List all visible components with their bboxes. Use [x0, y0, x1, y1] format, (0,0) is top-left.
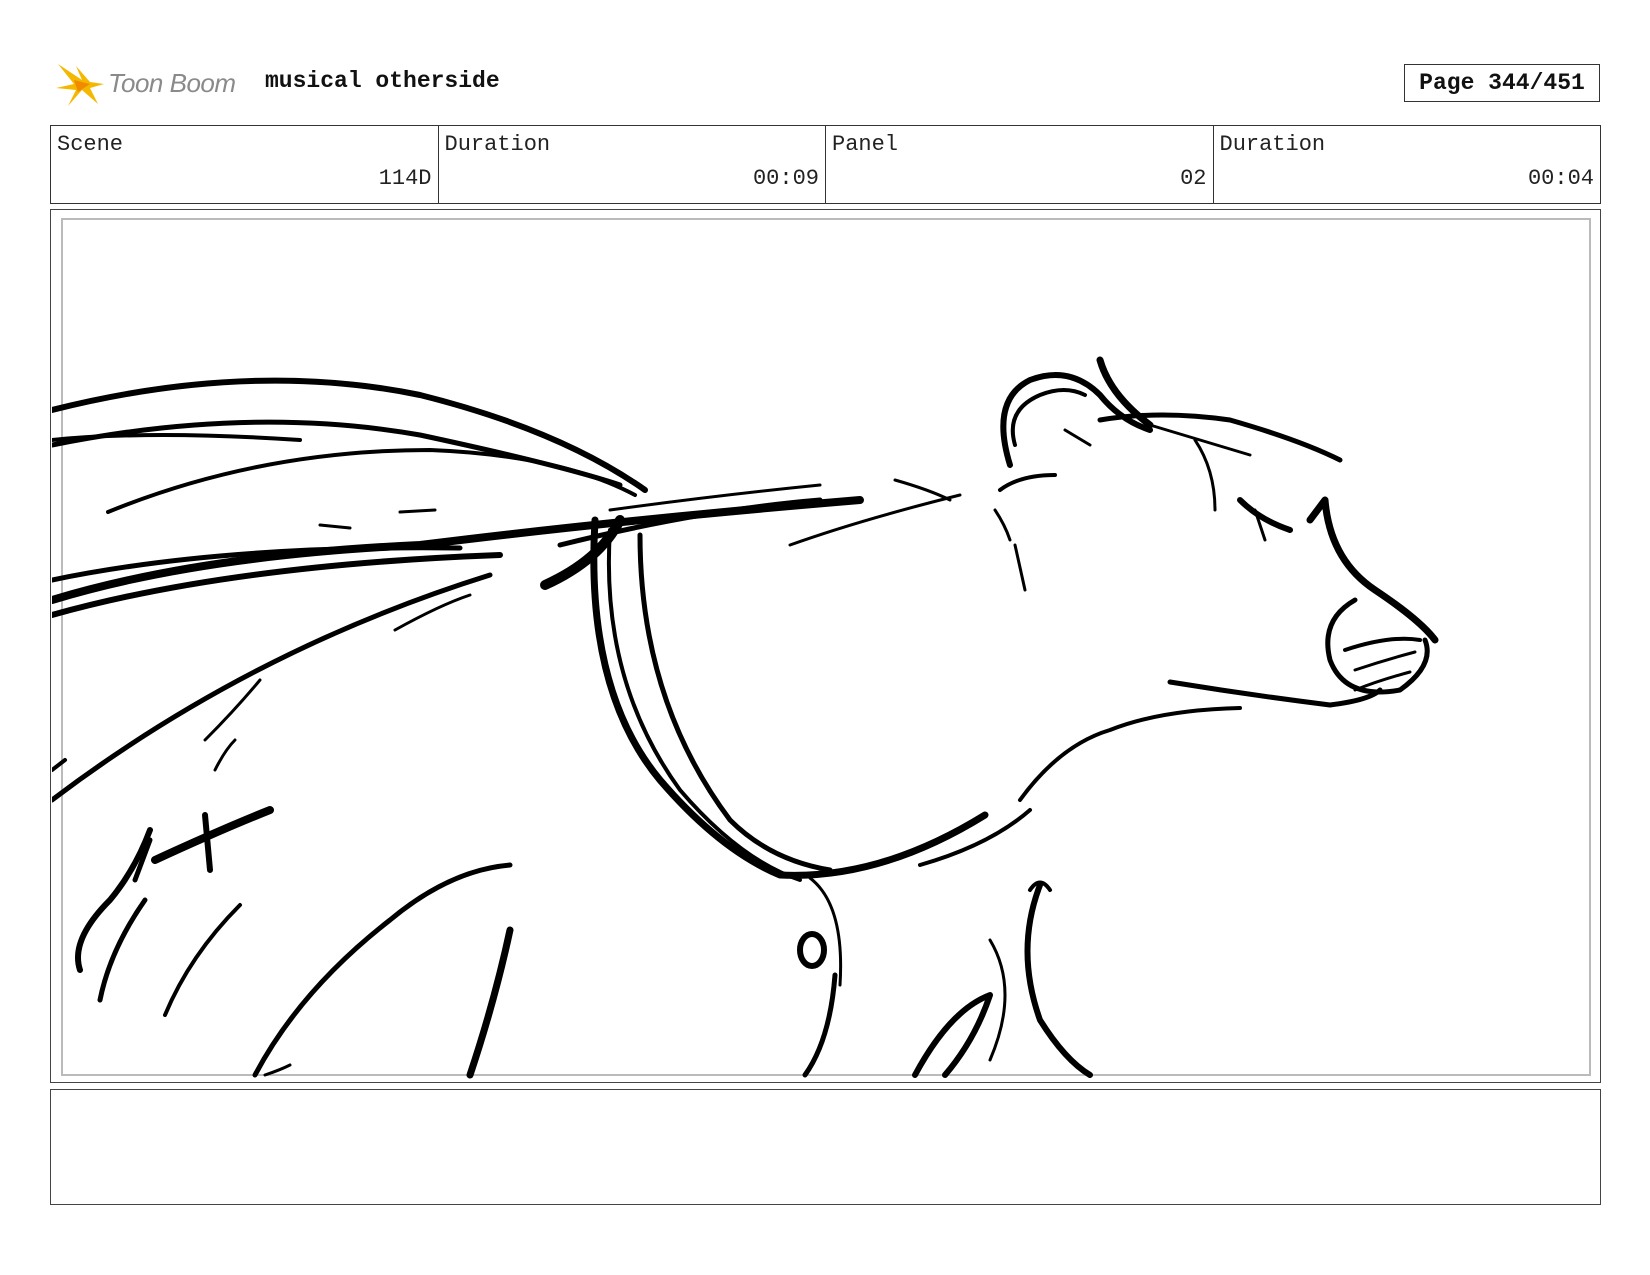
panel-duration-value: 00:04: [1527, 166, 1594, 191]
scene-info-row: Scene 114D Duration 00:09 Panel 02 Durat…: [50, 125, 1601, 204]
notes-box: [50, 1089, 1601, 1205]
panel-duration-label: Duration: [1219, 132, 1326, 157]
logo-text: Toon Boom: [108, 68, 236, 98]
scene-duration-cell: Duration 00:09: [439, 126, 826, 203]
scene-label: Scene: [57, 132, 124, 157]
scene-duration-value: 00:09: [752, 166, 819, 191]
toon-boom-logo: Toon Boom: [54, 58, 254, 112]
starburst-icon: [56, 64, 104, 106]
scene-value: 114D: [378, 166, 432, 191]
panel-value: 02: [1180, 166, 1207, 191]
panel-cell: Panel 02: [826, 126, 1214, 203]
scene-duration-label: Duration: [444, 132, 551, 157]
page-indicator: Page 344/451: [1404, 64, 1600, 102]
panel-label: Panel: [832, 132, 899, 157]
project-title: musical otherside: [265, 68, 500, 94]
storyboard-sketch: [52, 356, 1439, 1079]
scene-cell: Scene 114D: [51, 126, 439, 203]
panel-duration-cell: Duration 00:04: [1214, 126, 1601, 203]
